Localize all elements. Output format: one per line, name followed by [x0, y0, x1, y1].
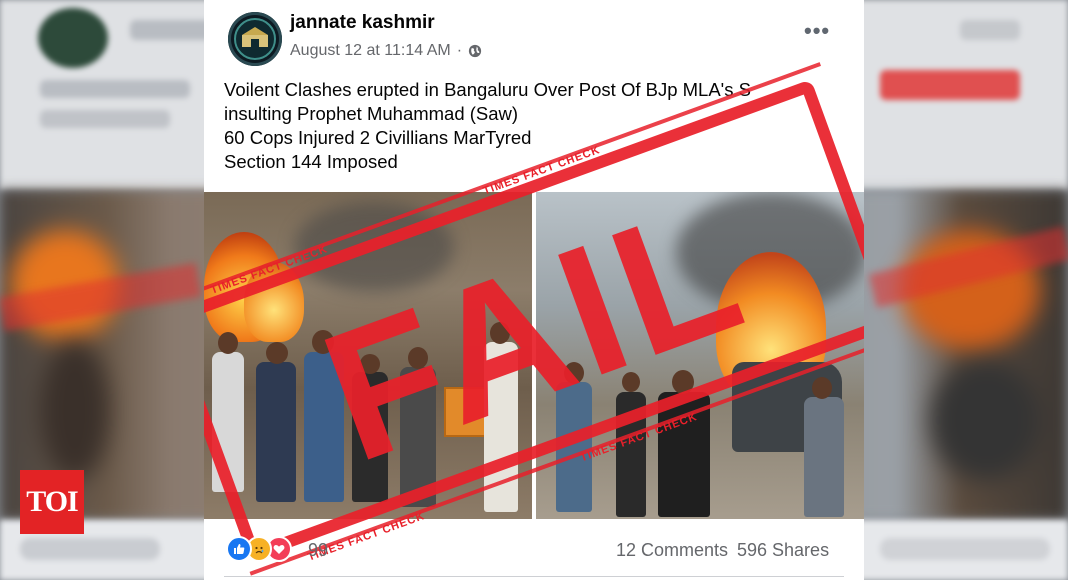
toi-logo: TOI — [20, 470, 84, 534]
more-options-icon[interactable]: ••• — [804, 20, 830, 42]
post-meta: August 12 at 11:14 AM · — [290, 42, 482, 60]
page-avatar[interactable] — [228, 12, 282, 66]
meta-separator: · — [456, 42, 463, 59]
post-text-line: Voilent Clashes erupted in Bangaluru Ove… — [224, 79, 751, 100]
post-text-line: insulting Prophet Muhammad (Saw) — [224, 103, 519, 124]
post-body: Voilent Clashes erupted in Bangaluru Ove… — [224, 78, 844, 174]
post-text-line: 60 Cops Injured 2 Civillians MarTyred — [224, 127, 532, 148]
facebook-post-card: jannate kashmir August 12 at 11:14 AM · … — [204, 0, 864, 580]
avatar-emblem-icon — [234, 18, 276, 60]
like-icon — [226, 536, 252, 562]
reaction-icons[interactable] — [226, 536, 292, 562]
shares-count[interactable]: 596 Shares — [737, 540, 829, 561]
post-timestamp[interactable]: August 12 at 11:14 AM — [290, 42, 451, 60]
post-photos — [204, 192, 864, 519]
action-divider — [224, 576, 844, 577]
post-author-name[interactable]: jannate kashmir — [290, 12, 435, 34]
post-text-line: Section 144 Imposed — [224, 151, 398, 172]
reaction-count[interactable]: 99 — [308, 540, 328, 561]
globe-icon — [468, 44, 482, 58]
toi-logo-text: TOI — [26, 485, 78, 518]
photo-right-burning-vehicle[interactable] — [536, 192, 864, 519]
comments-count[interactable]: 12 Comments — [616, 540, 728, 561]
photo-left-riot[interactable] — [204, 192, 532, 519]
